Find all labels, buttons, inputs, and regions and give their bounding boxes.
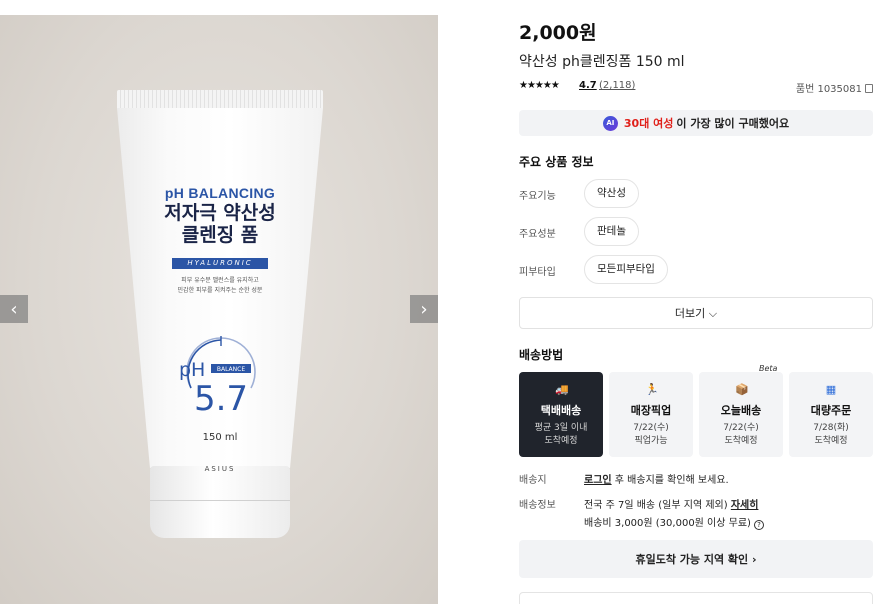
spec-label: 주요기능 [519, 191, 556, 202]
shipping-detail-link[interactable]: 자세히 [731, 500, 759, 511]
store-pickup-icon: 🏃 [645, 383, 659, 396]
shipping-info-label: 배송정보 [519, 500, 556, 511]
tube-badge: HYALURONIC [172, 258, 268, 269]
shipping-info-line1: 전국 주 7일 배송 (일부 지역 제외) 자세히 [584, 500, 759, 511]
copy-icon[interactable] [865, 84, 873, 93]
product-name: 약산성 ph클렌징폼 150 ml [519, 54, 685, 70]
gallery-next-button[interactable]: › [410, 295, 438, 323]
next-section-box [519, 592, 873, 604]
tube-description: 피부 유수분 밸런스를 유지하고 민감한 피부를 지켜주는 순한 성분 [177, 277, 263, 294]
destination-label: 배송지 [519, 475, 547, 486]
ai-banner-text: 이 가장 많이 구매했어요 [676, 117, 790, 130]
tube-title-line2: 클렌징 폼 [181, 224, 259, 246]
more-button[interactable]: 더보기 ⌵ [519, 297, 873, 329]
rating-score[interactable]: 4.7 [579, 80, 597, 91]
spec-label: 피부타입 [519, 267, 556, 278]
ph-gauge-graphic: pH BALANCE 5.7 [179, 336, 256, 418]
spec-chip: 모든피부타입 [584, 255, 668, 284]
shipping-fee-line: 배송비 3,000원 (30,000원 이상 무료)? [584, 514, 764, 530]
spec-chip: 판테놀 [584, 217, 639, 246]
rating-row: ★★★★★ 4.7 (2,118) 품번 1035081 [519, 80, 873, 96]
spec-chip: 약산성 [584, 179, 639, 208]
destination-value: 로그인 후 배송지를 확인해 보세요. [584, 475, 729, 486]
product-price: 2,000원 [519, 22, 597, 44]
ph-prefix-text: pH [179, 359, 205, 381]
tube-volume: 150 ml [202, 432, 238, 443]
shipping-title: 배송방법 [519, 348, 564, 362]
tube-brand-line: pH BALANCING [164, 185, 276, 201]
product-number: 품번 1035081 [796, 80, 873, 95]
gallery-prev-button[interactable]: ‹ [0, 295, 28, 323]
today-delivery-icon: 📦 [735, 383, 749, 396]
ai-purchase-banner: AI 30대 여성 이 가장 많이 구매했어요 [519, 110, 873, 136]
shipping-option-store-pickup[interactable]: 🏃 매장픽업 7/22(수) 픽업가능 [609, 372, 693, 457]
review-count-link[interactable]: (2,118) [599, 80, 635, 91]
ai-highlight-text: 30대 여성 [623, 117, 674, 130]
tube-title-line1: 저자극 약산성 [164, 202, 276, 224]
shipping-options: Beta 🚚 택배배송 평균 3일 이내 도착예정 🏃 매장픽업 7/22(수)… [519, 364, 873, 457]
truck-icon: 🚚 [555, 383, 569, 396]
shipping-option-bulk[interactable]: ▦ 대량주문 7/28(화) 도착예정 [789, 372, 873, 457]
shipping-option-parcel[interactable]: 🚚 택배배송 평균 3일 이내 도착예정 [519, 372, 603, 457]
specs-title: 주요 상품 정보 [519, 155, 594, 169]
login-link[interactable]: 로그인 [584, 475, 612, 486]
holiday-delivery-button[interactable]: 휴일도착 가능 지역 확인 › [519, 540, 873, 578]
spec-row: 피부타입 모든피부타입 [519, 255, 873, 285]
chevron-left-icon: ‹ [10, 298, 18, 320]
product-image-gallery: pH BALANCING 저자극 약산성 클렌징 폼 HYALURONIC 피부… [0, 15, 438, 604]
brand-logo: ASIUS [204, 465, 236, 473]
bulk-order-icon: ▦ [825, 383, 837, 396]
tube-cap [150, 466, 290, 538]
spec-label: 주요성분 [519, 229, 556, 240]
spec-row: 주요성분 판테놀 [519, 217, 873, 247]
tube-crimp [117, 90, 323, 110]
star-rating-icon: ★★★★★ [519, 80, 560, 91]
ph-value-text: 5.7 [194, 379, 248, 418]
help-icon[interactable]: ? [753, 520, 764, 530]
ph-badge-text: BALANCE [217, 366, 245, 373]
shipping-option-today[interactable]: 📦 오늘배송 7/22(수) 도착예정 [699, 372, 783, 457]
tube-title: 저자극 약산성 클렌징 폼 [117, 202, 323, 246]
product-image: pH BALANCING 저자극 약산성 클렌징 폼 HYALURONIC 피부… [117, 90, 323, 560]
chevron-right-icon: › [420, 298, 428, 320]
ai-badge-icon: AI [602, 115, 618, 131]
spec-row: 주요기능 약산성 [519, 179, 873, 209]
